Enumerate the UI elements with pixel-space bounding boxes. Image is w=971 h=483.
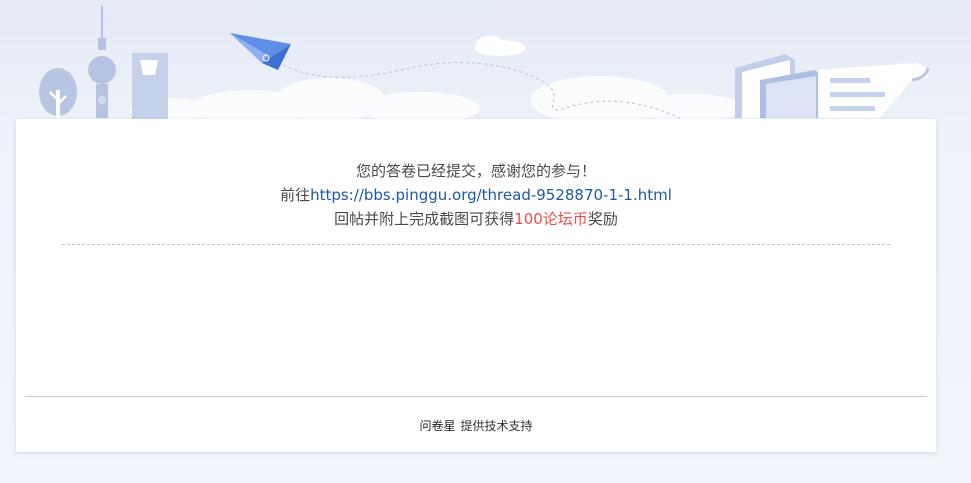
link-line: 前往https://bbs.pinggu.org/thread-9528870-… [16, 183, 936, 207]
submission-message: 您的答卷已经提交，感谢您的参与！ 前往https://bbs.pinggu.or… [16, 159, 936, 231]
reward-instruction: 回帖并附上完成截图可获得 [334, 210, 515, 228]
goto-label: 前往 [280, 186, 311, 204]
thanks-text: 您的答卷已经提交，感谢您的参与！ [355, 162, 596, 180]
footer: 问卷星 提供技术支持 [16, 417, 936, 434]
cloud-shapes [130, 76, 745, 120]
scroll-icon [818, 63, 930, 118]
thread-link[interactable]: https://bbs.pinggu.org/thread-9528870-1-… [310, 186, 672, 204]
reward-amount: 100论坛币 [514, 210, 588, 228]
tree-icon [39, 68, 77, 118]
header-illustration [39, 6, 930, 120]
reward-suffix: 奖励 [587, 210, 618, 228]
tower-icon [88, 6, 116, 118]
dashed-divider [62, 244, 890, 245]
books-icon [735, 54, 822, 118]
paper-plane-icon [230, 33, 291, 70]
result-card: 您的答卷已经提交，感谢您的参与！ 前往https://bbs.pinggu.or… [16, 119, 936, 452]
footer-support-text: 提供技术支持 [460, 419, 533, 433]
reward-line: 回帖并附上完成截图可获得100论坛币奖励 [16, 207, 936, 231]
footer-brand-link[interactable]: 问卷星 [419, 419, 455, 433]
footer-divider [25, 396, 927, 397]
building-icon [132, 53, 168, 119]
